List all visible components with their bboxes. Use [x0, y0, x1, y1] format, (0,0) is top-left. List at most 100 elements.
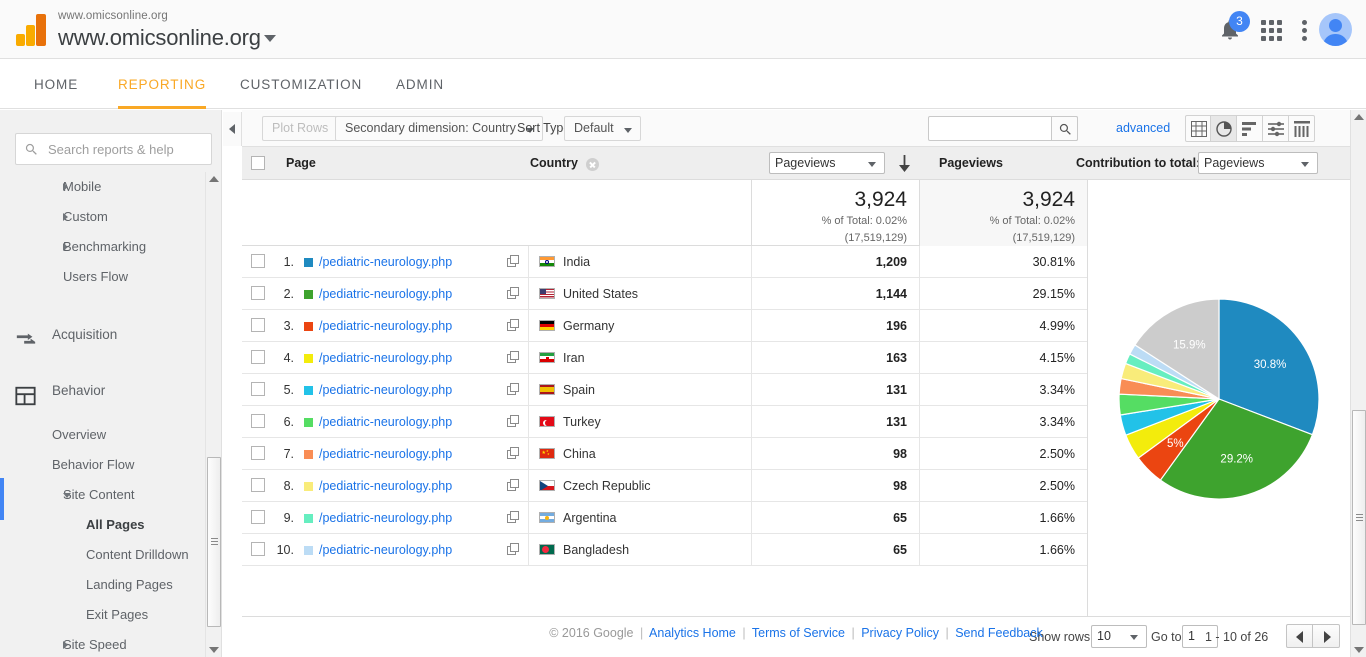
- notifications-bell-icon[interactable]: 3: [1218, 11, 1250, 43]
- select-all-checkbox[interactable]: [251, 156, 265, 170]
- row-checkbox[interactable]: [251, 350, 265, 364]
- pie-chart-view-icon[interactable]: [1211, 115, 1237, 142]
- tab-reporting[interactable]: REPORTING: [118, 59, 207, 109]
- plot-rows-button[interactable]: Plot Rows: [262, 116, 339, 141]
- row-page-link[interactable]: /pediatric-neurology.php: [319, 534, 452, 566]
- row-checkbox[interactable]: [251, 510, 265, 524]
- tab-admin[interactable]: ADMIN: [396, 59, 444, 109]
- open-in-new-window-icon[interactable]: [507, 479, 520, 492]
- search-input[interactable]: [46, 134, 206, 164]
- metric-select-dropdown[interactable]: Pageviews: [769, 152, 885, 174]
- scroll-down-arrow-icon[interactable]: [209, 647, 219, 653]
- country-flag-icon: [539, 480, 555, 491]
- row-checkbox[interactable]: [251, 542, 265, 556]
- sidebar-scrollbar[interactable]: [205, 172, 221, 657]
- contribution-select-dropdown[interactable]: Pageviews: [1198, 152, 1318, 174]
- row-checkbox[interactable]: [251, 318, 265, 332]
- sidebar-item-users-flow[interactable]: Users Flow: [0, 262, 221, 292]
- chevron-down-icon: [868, 162, 876, 167]
- row-checkbox[interactable]: [251, 254, 265, 268]
- row-page-link[interactable]: /pediatric-neurology.php: [319, 342, 452, 374]
- row-checkbox[interactable]: [251, 478, 265, 492]
- column-header-page[interactable]: Page: [286, 147, 316, 180]
- row-checkbox[interactable]: [251, 382, 265, 396]
- sidebar-item-mobile[interactable]: Mobile: [0, 172, 221, 202]
- sidebar-item-acquisition[interactable]: Acquisition: [0, 312, 221, 358]
- open-in-new-window-icon[interactable]: [507, 255, 520, 268]
- open-in-new-window-icon[interactable]: [507, 319, 520, 332]
- row-page-link[interactable]: /pediatric-neurology.php: [319, 470, 452, 502]
- row-checkbox[interactable]: [251, 414, 265, 428]
- footer-link-analytics-home[interactable]: Analytics Home: [649, 626, 736, 640]
- sidebar-item-benchmarking[interactable]: Benchmarking: [0, 232, 221, 262]
- table-search-box[interactable]: [928, 116, 1078, 141]
- table-search-input[interactable]: [933, 117, 1048, 140]
- column-header-country[interactable]: Country: [530, 147, 578, 180]
- row-page-link[interactable]: /pediatric-neurology.php: [319, 310, 452, 342]
- sidebar-item-site-speed[interactable]: Site Speed: [0, 630, 221, 657]
- main-scrollbar[interactable]: [1350, 110, 1366, 657]
- open-in-new-window-icon[interactable]: [507, 351, 520, 364]
- sidebar-item-content-drilldown[interactable]: Content Drilldown: [0, 540, 221, 570]
- row-page-link[interactable]: /pediatric-neurology.php: [319, 374, 452, 406]
- more-options-kebab-icon[interactable]: [1302, 20, 1308, 42]
- row-country-name: Spain: [563, 383, 595, 397]
- open-in-new-window-icon[interactable]: [507, 415, 520, 428]
- row-pageviews-value: 131: [751, 374, 919, 406]
- open-in-new-window-icon[interactable]: [507, 543, 520, 556]
- row-page-link[interactable]: /pediatric-neurology.php: [319, 438, 452, 470]
- footer-link-terms-of-service[interactable]: Terms of Service: [752, 626, 845, 640]
- row-page-link[interactable]: /pediatric-neurology.php: [319, 406, 452, 438]
- footer-link-privacy-policy[interactable]: Privacy Policy: [861, 626, 939, 640]
- row-page-link[interactable]: /pediatric-neurology.php: [319, 246, 452, 278]
- sidebar-search-box[interactable]: [15, 133, 212, 165]
- chevron-right-icon: [63, 183, 68, 191]
- sidebar-scrollbar-thumb[interactable]: [207, 457, 221, 627]
- open-in-new-window-icon[interactable]: [507, 287, 520, 300]
- sidebar-item-overview[interactable]: Overview: [0, 420, 221, 450]
- country-flag-icon: [539, 512, 555, 523]
- comparison-view-icon[interactable]: [1263, 115, 1289, 142]
- user-avatar[interactable]: [1319, 13, 1352, 46]
- scroll-up-arrow-icon[interactable]: [1354, 114, 1364, 120]
- footer-link-send-feedback[interactable]: Send Feedback: [955, 626, 1043, 640]
- bar-chart-view-icon[interactable]: [1237, 115, 1263, 142]
- main-scrollbar-thumb[interactable]: [1352, 410, 1366, 625]
- sidebar-item-all-pages[interactable]: All Pages: [0, 510, 221, 540]
- secondary-dimension-dropdown[interactable]: Secondary dimension: Country: [335, 116, 543, 141]
- column-header-pageviews[interactable]: Pageviews: [939, 147, 1003, 180]
- pivot-view-icon[interactable]: [1289, 115, 1315, 142]
- sidebar-item-behavior-flow[interactable]: Behavior Flow: [0, 450, 221, 480]
- apps-grid-icon[interactable]: [1261, 20, 1282, 41]
- table-search-button[interactable]: [1051, 116, 1078, 141]
- sidebar-item-exit-pages[interactable]: Exit Pages: [0, 600, 221, 630]
- country-flag-icon: [539, 352, 555, 363]
- table-view-icon[interactable]: [1185, 115, 1211, 142]
- sidebar-item-site-content[interactable]: Site Content: [0, 480, 221, 510]
- row-pageviews-value: 98: [751, 438, 919, 470]
- open-in-new-window-icon[interactable]: [507, 447, 520, 460]
- metric-select-value: Pageviews: [775, 156, 836, 170]
- sort-type-dropdown[interactable]: Default: [564, 116, 641, 141]
- tab-home[interactable]: HOME: [34, 59, 78, 109]
- sort-type-value: Default: [574, 121, 614, 135]
- row-checkbox[interactable]: [251, 446, 265, 460]
- sidebar-collapse-button[interactable]: [223, 112, 242, 146]
- sidebar-item-custom[interactable]: Custom: [0, 202, 221, 232]
- row-index: 2.: [283, 287, 294, 301]
- sort-descending-icon[interactable]: [896, 155, 913, 176]
- property-dropdown-caret-icon[interactable]: [264, 35, 276, 42]
- tab-customization[interactable]: CUSTOMIZATION: [240, 59, 362, 109]
- sidebar-item-landing-pages[interactable]: Landing Pages: [0, 570, 221, 600]
- remove-secondary-dimension-icon[interactable]: [586, 158, 599, 171]
- row-checkbox[interactable]: [251, 286, 265, 300]
- open-in-new-window-icon[interactable]: [507, 511, 520, 524]
- advanced-link[interactable]: advanced: [1116, 121, 1170, 135]
- open-in-new-window-icon[interactable]: [507, 383, 520, 396]
- scroll-up-arrow-icon[interactable]: [209, 176, 219, 182]
- scroll-down-arrow-icon[interactable]: [1354, 647, 1364, 653]
- totals-pageviews-cell: 3,924 % of Total: 0.02% (17,519,129): [751, 180, 919, 246]
- row-page-link[interactable]: /pediatric-neurology.php: [319, 502, 452, 534]
- sidebar-item-behavior[interactable]: Behavior: [0, 368, 221, 414]
- row-page-link[interactable]: /pediatric-neurology.php: [319, 278, 452, 310]
